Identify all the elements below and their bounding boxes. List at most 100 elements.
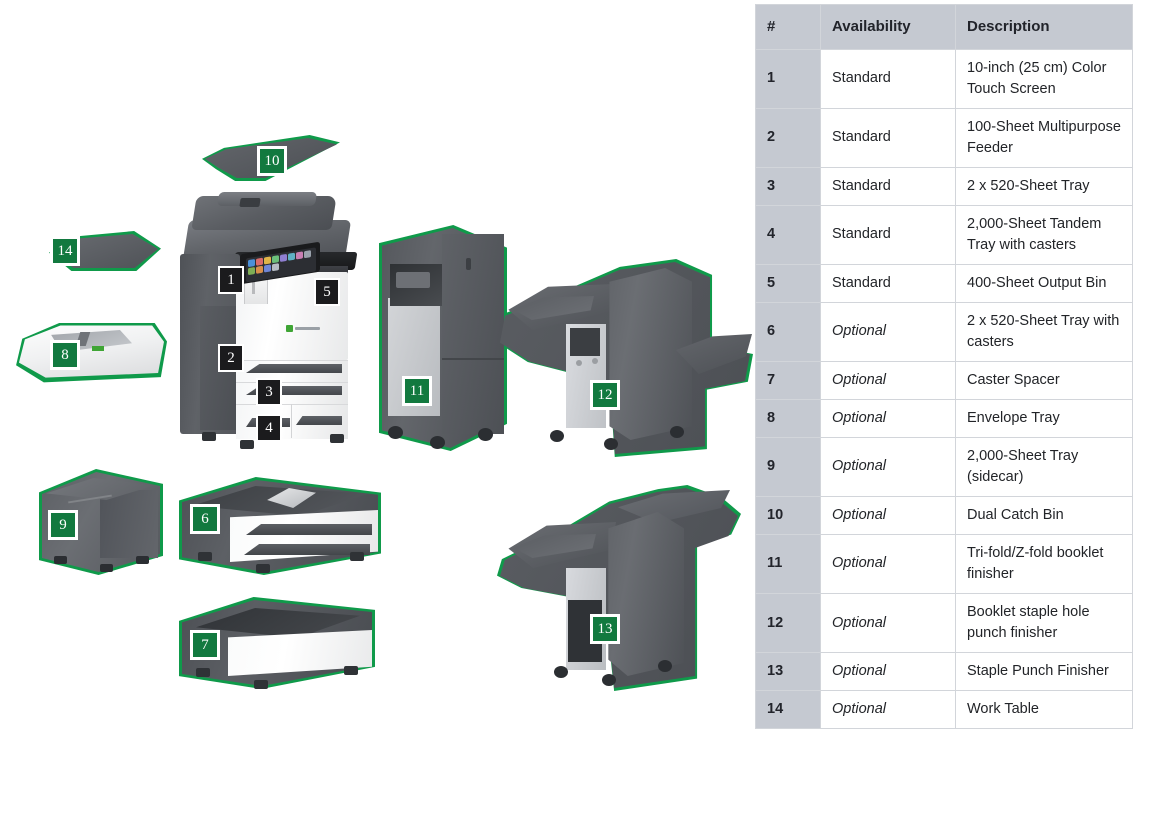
column-header-number: # xyxy=(755,4,821,50)
cell-number: 8 xyxy=(755,398,821,438)
screen-app-icon xyxy=(256,265,263,274)
cell-description: 100-Sheet Multipurpose Feeder xyxy=(955,107,1133,168)
cell-description: Envelope Tray xyxy=(955,398,1133,438)
caster xyxy=(550,430,564,442)
table-row: 5 Standard 400-Sheet Output Bin xyxy=(755,263,1133,303)
callout-badge-5: 5 xyxy=(314,278,340,306)
cell-number: 1 xyxy=(755,48,821,109)
caster xyxy=(196,668,210,677)
table-row: 13 Optional Staple Punch Finisher xyxy=(755,652,1133,692)
caster xyxy=(350,552,364,561)
table-row: 4 Standard 2,000-Sheet Tandem Tray with ca… xyxy=(755,204,1133,265)
table-row: 3 Standard 2 x 520-Sheet Tray xyxy=(755,166,1133,206)
cell-availability: Optional xyxy=(820,398,956,438)
screen-app-icon xyxy=(272,255,279,264)
callout-badge-6: 6 xyxy=(190,504,220,534)
table-row: 6 Optional 2 x 520-Sheet Tray with casters xyxy=(755,301,1133,362)
finisher-mechanism xyxy=(570,328,600,356)
mechanism-dot xyxy=(576,360,582,366)
part-2000-sheet-sidecar-tray: 9 xyxy=(39,469,163,575)
caster xyxy=(478,428,493,441)
brand-logo xyxy=(286,324,320,332)
sidecar-side-cover xyxy=(100,490,158,558)
caster xyxy=(54,556,67,564)
callout-badge-14: 14 xyxy=(50,236,80,266)
part-caster-spacer: 7 xyxy=(179,597,375,689)
table-row: 11 Optional Tri-fold/Z-fold booklet finish… xyxy=(755,533,1133,595)
caster xyxy=(430,436,445,449)
cell-description: 2,000-Sheet Tandem Tray with casters xyxy=(955,204,1133,265)
cell-number: 14 xyxy=(755,690,821,730)
caster xyxy=(100,564,113,572)
caster xyxy=(202,432,216,441)
finisher-mechanism-detail xyxy=(396,272,430,288)
envelope-tray-marker xyxy=(92,346,104,351)
cell-availability: Optional xyxy=(820,360,956,400)
cell-availability: Optional xyxy=(820,690,956,730)
table-row: 1 Standard 10-inch (25 cm) Color Touch Scr… xyxy=(755,48,1133,109)
cell-description: 2 x 520-Sheet Tray with casters xyxy=(955,301,1133,362)
caster xyxy=(198,552,212,561)
specification-table-panel: # Availability Description 1 Standard 10-i… xyxy=(755,4,1133,730)
callout-badge-1: 1 xyxy=(218,266,244,294)
cell-description: Work Table xyxy=(955,690,1133,730)
callout-badge-12: 12 xyxy=(590,380,620,410)
callout-badge-11: 11 xyxy=(402,376,432,406)
caster xyxy=(330,434,344,443)
screen-app-icon xyxy=(280,253,287,262)
mechanism-dot xyxy=(592,358,598,364)
part-dual-catch-bin: 10 xyxy=(202,135,343,188)
caster xyxy=(602,674,616,686)
column-header-availability: Availability xyxy=(820,4,956,50)
callout-badge-8: 8 xyxy=(50,340,80,370)
caster xyxy=(344,666,358,675)
part-main-printer: 1 2 3 4 5 xyxy=(178,192,368,466)
table-header-row: # Availability Description xyxy=(755,4,1133,50)
cell-description: 10-inch (25 cm) Color Touch Screen xyxy=(955,48,1133,109)
part-work-table: 14 xyxy=(49,231,164,276)
cell-availability: Optional xyxy=(820,652,956,692)
screen-app-icon xyxy=(288,252,295,261)
cell-description: Caster Spacer xyxy=(955,360,1133,400)
tray-drawer-handle-upper xyxy=(246,524,372,535)
cell-number: 11 xyxy=(755,533,821,595)
feeder-notch xyxy=(239,198,261,207)
table-header: # Availability Description xyxy=(755,4,1133,50)
cell-availability: Standard xyxy=(820,107,956,168)
table-row: 12 Optional Booklet staple hole punch fini… xyxy=(755,593,1133,654)
cell-availability: Standard xyxy=(820,204,956,265)
screen-app-icon xyxy=(256,257,263,266)
cell-description: Tri-fold/Z-fold booklet finisher xyxy=(955,533,1133,595)
cell-number: 9 xyxy=(755,436,821,497)
finisher-knob xyxy=(466,258,471,270)
tray-1-handle xyxy=(246,364,342,373)
cell-number: 7 xyxy=(755,360,821,400)
screen-app-icon xyxy=(296,251,303,260)
caster xyxy=(388,426,403,439)
finisher-tower xyxy=(608,512,684,676)
caster xyxy=(670,426,684,438)
table-row: 9 Optional 2,000-Sheet Tray (sidecar) xyxy=(755,436,1133,497)
cell-number: 10 xyxy=(755,495,821,535)
cell-availability: Standard xyxy=(820,48,956,109)
table-row: 2 Standard 100-Sheet Multipurpose Feeder xyxy=(755,107,1133,168)
caster xyxy=(254,680,268,689)
envelope-tray-body xyxy=(18,325,164,378)
part-envelope-tray: 8 xyxy=(16,322,167,384)
brand-wordmark xyxy=(295,326,320,330)
cell-availability: Optional xyxy=(820,301,956,362)
cell-number: 6 xyxy=(755,301,821,362)
part-booklet-staple-hole-punch-finisher: 12 xyxy=(497,259,753,457)
finisher-door-seam xyxy=(442,358,504,360)
callout-badge-2: 2 xyxy=(218,344,244,372)
screen-app-icon xyxy=(248,266,255,276)
caster xyxy=(136,556,149,564)
cell-availability: Optional xyxy=(820,533,956,595)
cell-number: 12 xyxy=(755,593,821,654)
column-header-description: Description xyxy=(955,4,1133,50)
page-root: 10 14 8 1 2 3 4 5 11 12 9 6 7 13 # Avail… xyxy=(0,0,1157,828)
cell-description: 400-Sheet Output Bin xyxy=(955,263,1133,303)
document-feeder xyxy=(216,192,318,206)
printer-configuration-diagram: 10 14 8 1 2 3 4 5 11 12 9 6 7 13 xyxy=(0,0,753,828)
callout-badge-7: 7 xyxy=(190,630,220,660)
